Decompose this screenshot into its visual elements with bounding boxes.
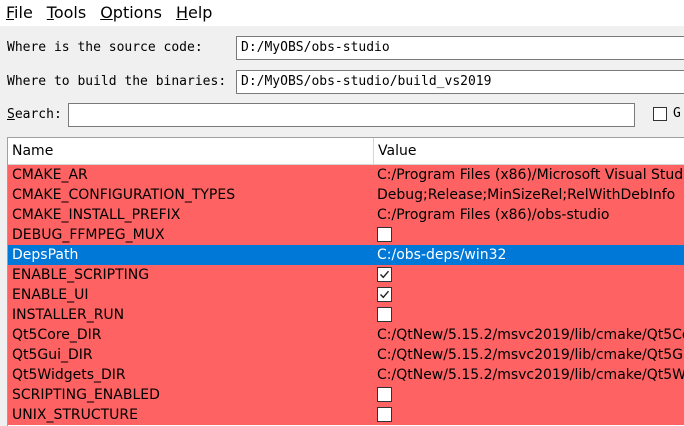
row-name: CMAKE_CONFIGURATION_TYPES (12, 187, 236, 203)
search-input[interactable] (68, 103, 635, 127)
build-path-input[interactable]: D:/MyOBS/obs-studio/build_vs2019 (236, 70, 684, 94)
row-value[interactable]: C:/Program Files (x86)/obs-studio (377, 205, 609, 225)
cmake-gui-window: File Tools Options Help Where is the sou… (0, 0, 684, 426)
checkmark-icon (380, 270, 390, 279)
column-header-name[interactable]: Name (12, 138, 53, 164)
row-name: Qt5Gui_DIR (12, 347, 93, 363)
row-name: INSTALLER_RUN (12, 307, 125, 323)
checkmark-icon (380, 290, 390, 299)
table-row[interactable]: SCRIPTING_ENABLED (8, 385, 684, 405)
grouped-checkbox[interactable] (653, 107, 667, 121)
row-name: DEBUG_FFMPEG_MUX (12, 227, 165, 243)
row-value-checkbox[interactable] (377, 407, 392, 422)
table-row[interactable]: DepsPath C:/obs-deps/win32 (8, 245, 684, 265)
menu-tools-label: ools (53, 3, 87, 22)
source-row: Where is the source code: D:/MyOBS/obs-s… (0, 36, 684, 62)
menu-options-label: ptions (112, 3, 162, 22)
source-path-input[interactable]: D:/MyOBS/obs-studio (236, 36, 684, 60)
row-name: Qt5Core_DIR (12, 327, 102, 343)
table-row[interactable]: DEBUG_FFMPEG_MUX (8, 225, 684, 245)
column-divider[interactable] (373, 138, 374, 164)
cache-table: Name Value CMAKE_AR C:/Program Files (x86… (7, 137, 684, 426)
table-row[interactable]: ENABLE_SCRIPTING (8, 265, 684, 285)
table-row[interactable]: Qt5Gui_DIR C:/QtNew/5.15.2/msvc2019/lib/c… (8, 345, 684, 365)
row-value[interactable]: C:/QtNew/5.15.2/msvc2019/lib/cmake/Qt5Wi… (377, 365, 684, 385)
row-name: DepsPath (12, 247, 79, 263)
source-label: Where is the source code: (7, 40, 203, 55)
search-label-text: earch: (14, 107, 62, 122)
table-row[interactable]: UNIX_STRUCTURE (8, 405, 684, 425)
table-body: CMAKE_AR C:/Program Files (x86)/Microsoft… (8, 165, 684, 425)
row-value[interactable]: C:/obs-deps/win32 (377, 245, 507, 265)
table-row[interactable]: CMAKE_CONFIGURATION_TYPES Debug;Release;M… (8, 185, 684, 205)
build-label: Where to build the binaries: (7, 74, 227, 89)
menu-options[interactable]: Options (93, 0, 169, 26)
row-value-checkbox[interactable] (377, 307, 392, 322)
menu-help[interactable]: Help (169, 0, 219, 26)
row-name: Qt5Widgets_DIR (12, 367, 126, 383)
row-name: ENABLE_SCRIPTING (12, 267, 150, 283)
table-header: Name Value (8, 138, 684, 165)
row-name: CMAKE_AR (12, 167, 88, 183)
row-value-checkbox[interactable] (377, 227, 392, 242)
table-row[interactable]: ENABLE_UI (8, 285, 684, 305)
row-value[interactable]: C:/Program Files (x86)/Microsoft Visual … (377, 165, 684, 185)
row-value-checkbox[interactable] (377, 387, 392, 402)
menu-bar: File Tools Options Help (0, 0, 684, 26)
row-name: CMAKE_INSTALL_PREFIX (12, 207, 181, 223)
table-row[interactable]: INSTALLER_RUN (8, 305, 684, 325)
table-row[interactable]: CMAKE_AR C:/Program Files (x86)/Microsoft… (8, 165, 684, 185)
row-name: SCRIPTING_ENABLED (12, 387, 160, 403)
row-value[interactable]: C:/QtNew/5.15.2/msvc2019/lib/cmake/Qt5Co… (377, 325, 684, 345)
menu-tools-mnemonic: T (46, 3, 54, 22)
search-label-mnemonic: S (7, 107, 15, 122)
table-row[interactable]: CMAKE_INSTALL_PREFIX C:/Program Files (x8… (8, 205, 684, 225)
menu-file-label: ile (14, 3, 33, 22)
row-name: ENABLE_UI (12, 287, 89, 303)
menu-file[interactable]: File (0, 0, 40, 26)
search-row: Search: G (0, 103, 684, 129)
build-row: Where to build the binaries: D:/MyOBS/ob… (0, 70, 684, 96)
row-name: UNIX_STRUCTURE (12, 407, 138, 423)
grouped-label: G (673, 106, 681, 121)
row-value-checkbox[interactable] (377, 287, 392, 302)
menu-options-mnemonic: O (100, 3, 113, 22)
row-value[interactable]: Debug;Release;MinSizeRel;RelWithDebInfo (377, 185, 675, 205)
row-value[interactable]: C:/QtNew/5.15.2/msvc2019/lib/cmake/Qt5Gu… (377, 345, 684, 365)
menu-help-mnemonic: H (175, 3, 188, 22)
table-row[interactable]: Qt5Widgets_DIR C:/QtNew/5.15.2/msvc2019/l… (8, 365, 684, 385)
menu-file-mnemonic: F (6, 3, 15, 22)
column-header-value[interactable]: Value (378, 138, 416, 164)
menu-help-label: elp (187, 3, 213, 22)
row-value-checkbox[interactable] (377, 267, 392, 282)
table-row[interactable]: Qt5Core_DIR C:/QtNew/5.15.2/msvc2019/lib/… (8, 325, 684, 345)
menu-tools[interactable]: Tools (40, 0, 93, 26)
search-label: Search: (7, 107, 62, 122)
